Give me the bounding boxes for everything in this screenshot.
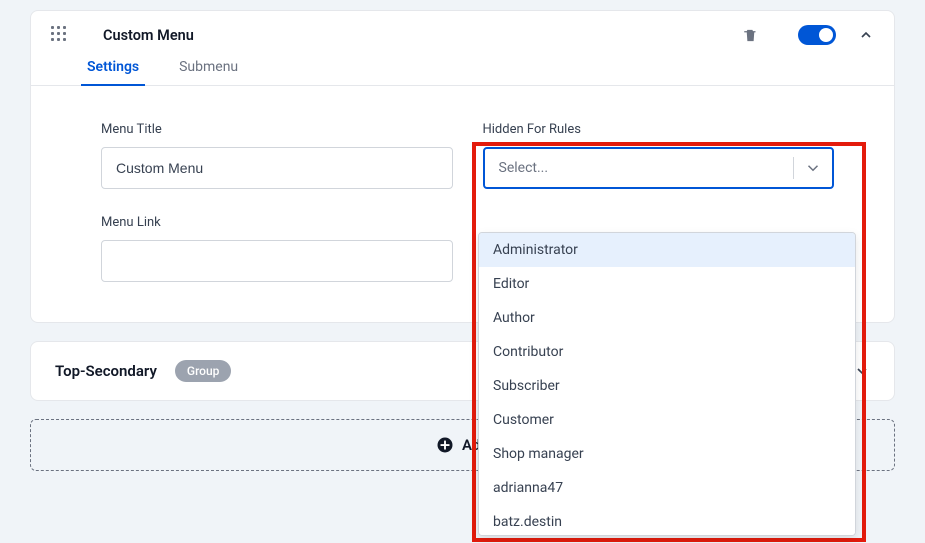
- option-user-2[interactable]: batz.destin: [479, 505, 855, 536]
- enable-toggle[interactable]: [798, 25, 836, 45]
- menu-link-label: Menu Link: [101, 215, 453, 230]
- card-header: Custom Menu: [31, 11, 894, 45]
- option-editor[interactable]: Editor: [479, 267, 855, 301]
- option-author[interactable]: Author: [479, 301, 855, 335]
- option-customer[interactable]: Customer: [479, 403, 855, 437]
- tabs: Settings Submenu: [31, 45, 894, 86]
- menu-link-input[interactable]: [101, 240, 453, 282]
- tab-submenu[interactable]: Submenu: [173, 59, 244, 85]
- plus-circle-icon: [436, 436, 454, 454]
- tab-settings[interactable]: Settings: [81, 59, 145, 85]
- top-secondary-title: Top-Secondary: [55, 362, 157, 380]
- menu-title-input[interactable]: [101, 147, 453, 189]
- drag-handle-icon[interactable]: [51, 26, 69, 44]
- card-title: Custom Menu: [103, 27, 194, 44]
- hidden-for-rules-label: Hidden For Rules: [483, 122, 835, 137]
- option-user-1[interactable]: adrianna47: [479, 471, 855, 505]
- option-contributor[interactable]: Contributor: [479, 335, 855, 369]
- select-placeholder: Select...: [499, 160, 549, 176]
- select-separator: [793, 157, 794, 179]
- trash-icon[interactable]: [742, 26, 758, 44]
- option-shop-manager[interactable]: Shop manager: [479, 437, 855, 471]
- chevron-down-icon: [804, 159, 822, 177]
- chevron-up-icon[interactable]: [858, 27, 874, 43]
- menu-title-label: Menu Title: [101, 122, 453, 137]
- dropdown-options-list[interactable]: Administrator Editor Author Contributor …: [478, 232, 856, 536]
- chevron-down-icon[interactable]: [854, 363, 870, 379]
- option-administrator[interactable]: Administrator: [479, 233, 855, 267]
- option-subscriber[interactable]: Subscriber: [479, 369, 855, 403]
- group-badge: Group: [175, 360, 232, 382]
- hidden-rules-select[interactable]: Select...: [483, 147, 835, 189]
